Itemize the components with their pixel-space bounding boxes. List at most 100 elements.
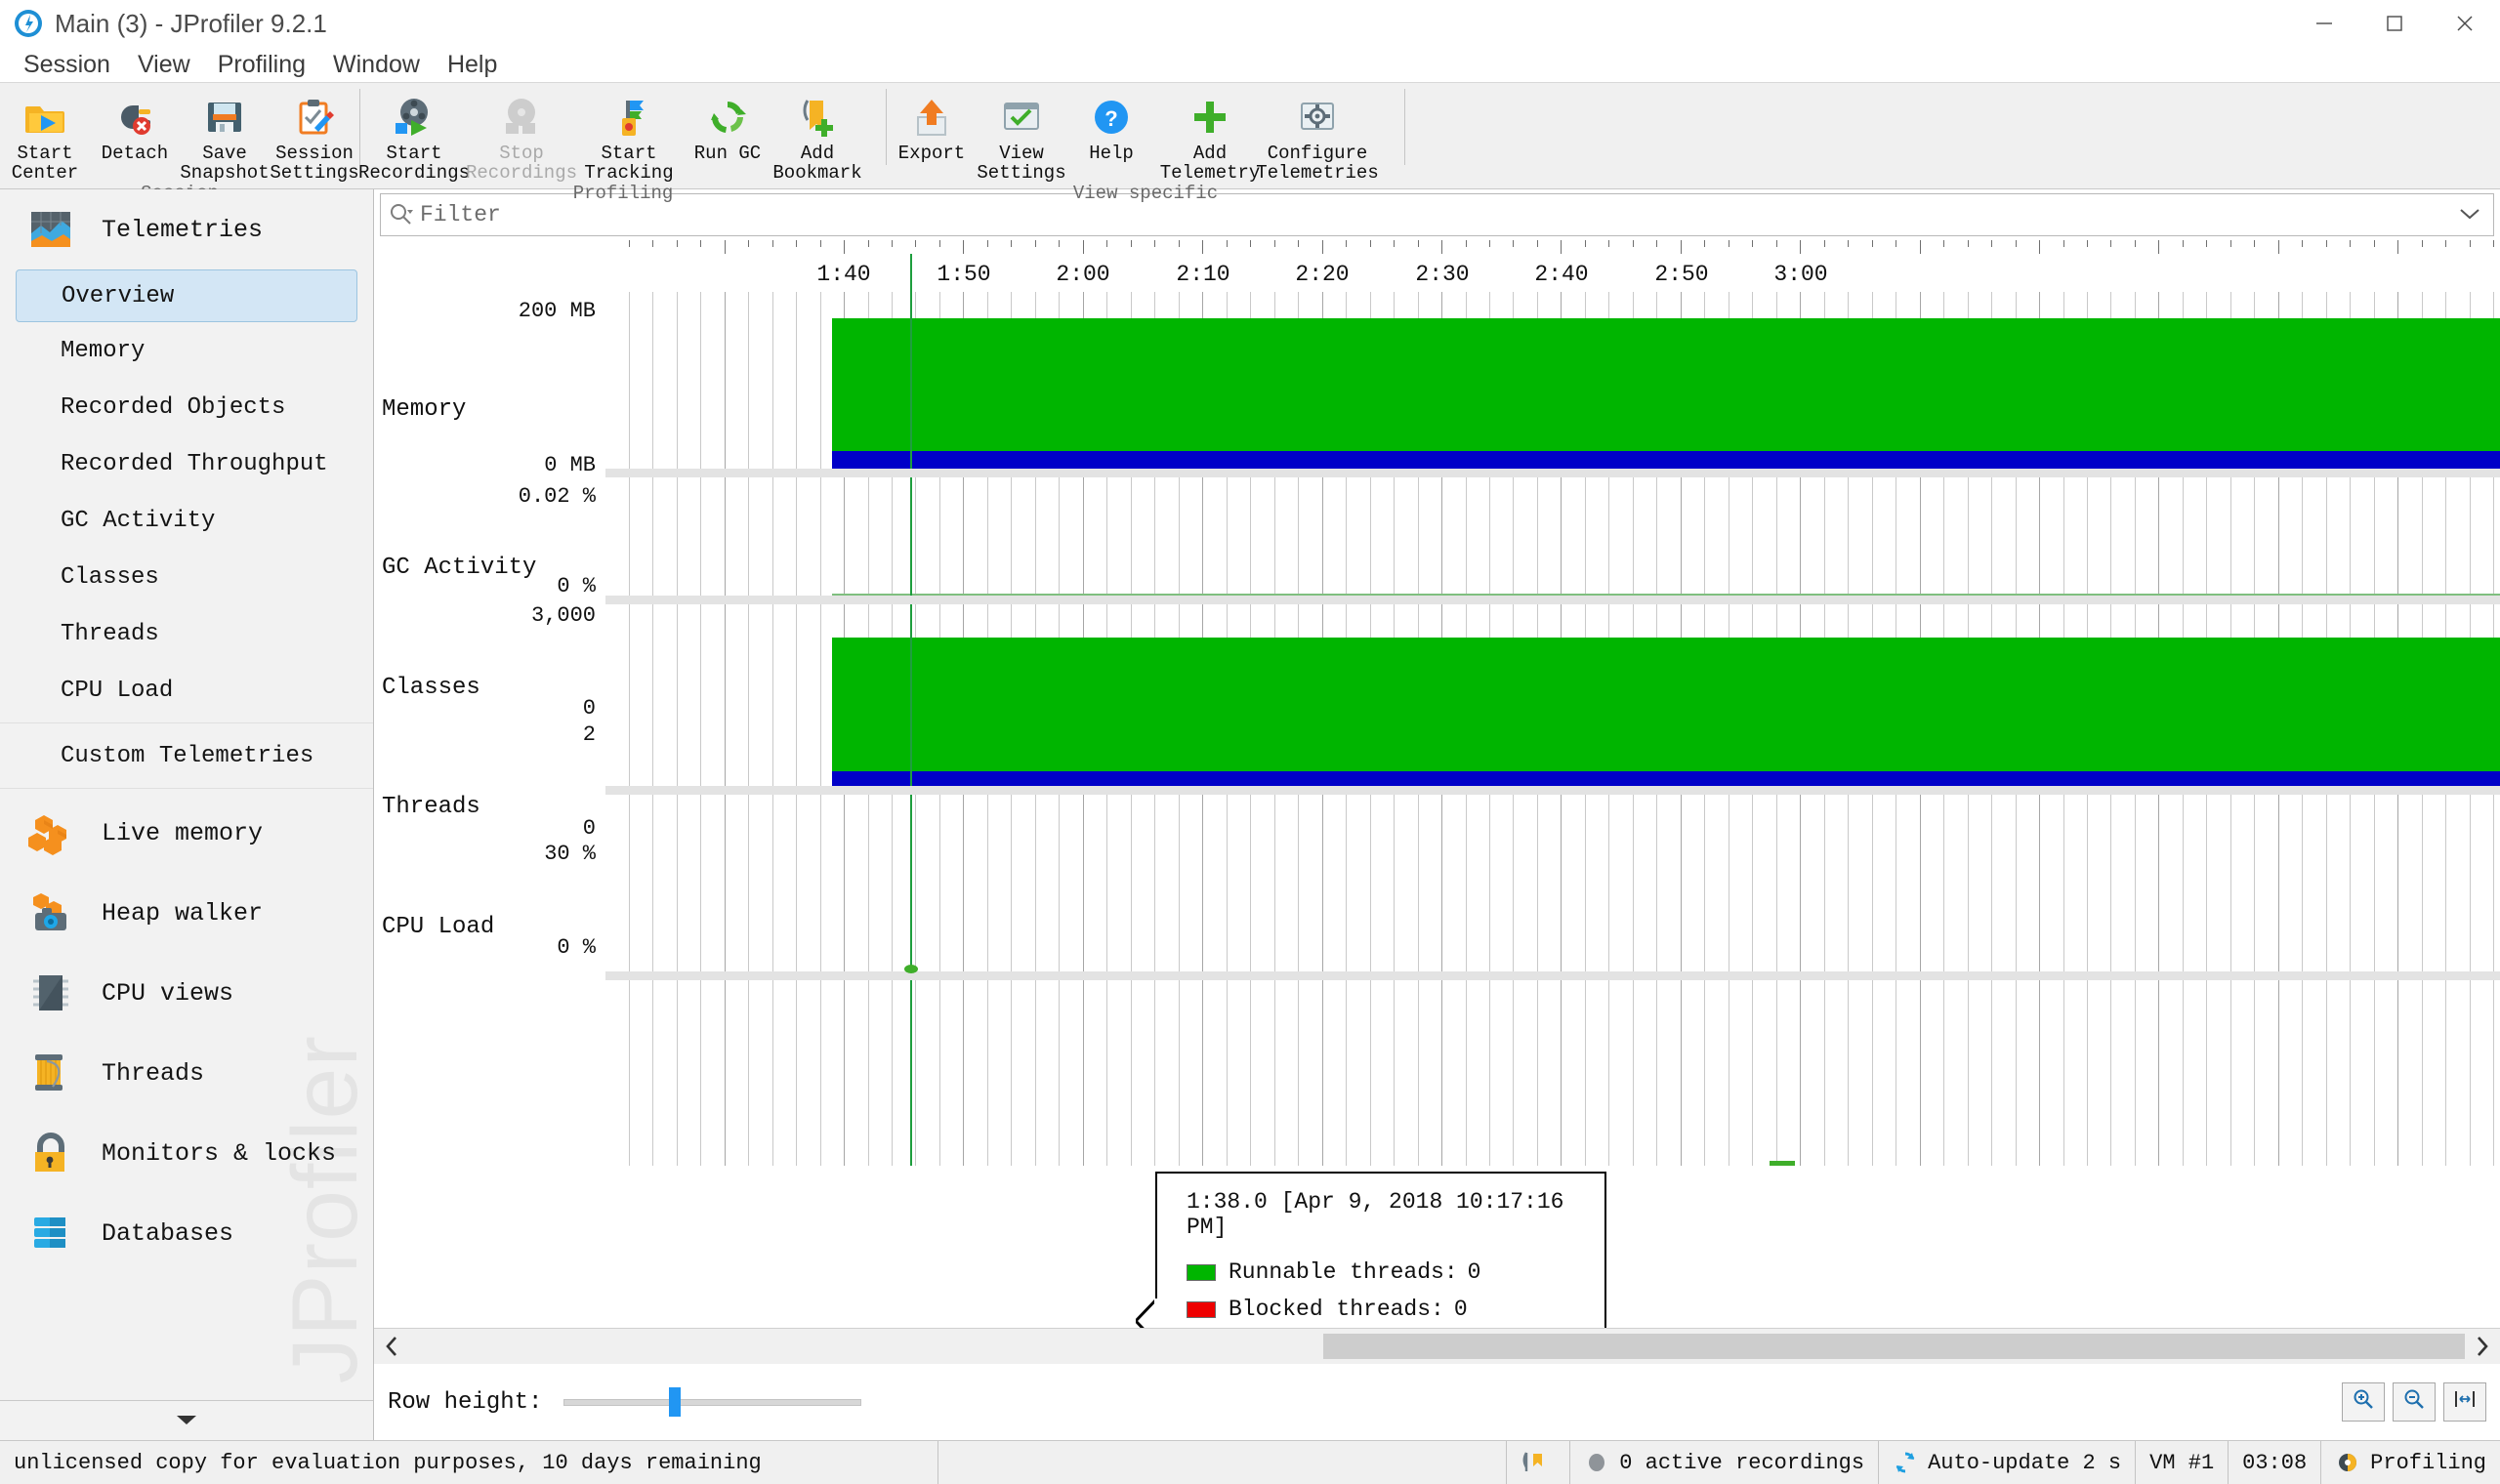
sidebar-scroll-down-button[interactable] — [0, 1400, 373, 1440]
gc-activity-band — [832, 594, 2500, 596]
view-settings-button[interactable]: View Settings — [977, 87, 1066, 183]
sidebar-item-recorded-objects[interactable]: Recorded Objects — [0, 379, 373, 435]
sidebar-item-memory[interactable]: Memory — [0, 322, 373, 379]
menu-profiling[interactable]: Profiling — [204, 49, 319, 81]
close-button[interactable] — [2430, 0, 2500, 47]
sidebar-item-monitors-locks[interactable]: Monitors & locks — [0, 1113, 373, 1193]
row-height-slider[interactable] — [563, 1387, 861, 1417]
plug-detach-icon — [110, 93, 159, 142]
sidebar-item-telemetries[interactable]: Telemetries — [0, 189, 373, 269]
zoom-in-button[interactable] — [2342, 1382, 2385, 1422]
help-button[interactable]: ? Help — [1066, 87, 1156, 163]
menu-help[interactable]: Help — [434, 49, 511, 81]
start-recordings-button[interactable]: Start Recordings — [360, 87, 468, 183]
save-snapshot-label: Save Snapshot — [180, 144, 269, 183]
profiling-text: Profiling — [2370, 1451, 2486, 1475]
configure-telemetries-button[interactable]: Configure Telemetries — [1264, 87, 1371, 183]
bookmark-status[interactable] — [1507, 1441, 1570, 1484]
gc-grid — [605, 477, 2500, 596]
time-tick-3: 2:10 — [1176, 262, 1229, 287]
chevron-down-icon[interactable] — [2460, 204, 2485, 227]
memory-row-label: Memory — [382, 396, 466, 423]
hscroll-thumb[interactable] — [1323, 1334, 2465, 1359]
sidebar-item-gc-activity[interactable]: GC Activity — [0, 492, 373, 549]
window-title: Main (3) - JProfiler 9.2.1 — [55, 9, 327, 39]
time-tick-1: 1:50 — [937, 262, 990, 287]
zoom-out-button[interactable] — [2393, 1382, 2436, 1422]
elapsed-time-text: 03:08 — [2242, 1451, 2307, 1475]
sidebar-item-databases[interactable]: Databases — [0, 1193, 373, 1273]
active-recordings-text: 0 active recordings — [1619, 1451, 1864, 1475]
sidebar-label-overview: Overview — [62, 283, 174, 309]
telemetries-icon — [25, 204, 76, 255]
toolbar-group-session: Start Center Detach — [0, 83, 359, 188]
tooltip-value-blocked: 0 — [1454, 1297, 1468, 1322]
chart-plot-column[interactable]: 1:40 1:50 2:00 2:10 2:20 2:30 2:40 2:50 … — [605, 240, 2500, 1328]
memory-ymax-label: 200 MB — [519, 299, 596, 323]
sidebar-item-recorded-throughput[interactable]: Recorded Throughput — [0, 435, 373, 492]
start-tracking-button[interactable]: Start Tracking — [575, 87, 683, 183]
recording-dot-icon — [1584, 1450, 1609, 1475]
time-tick-8: 3:00 — [1773, 262, 1827, 287]
threads-datapoint — [904, 965, 918, 973]
sidebar-item-cpu-load[interactable]: CPU Load — [0, 662, 373, 719]
start-center-button[interactable]: Start Center — [0, 87, 90, 183]
slider-knob[interactable] — [669, 1387, 681, 1417]
chart-row-gc-activity[interactable] — [605, 477, 2500, 604]
sidebar-item-live-memory[interactable]: Live memory — [0, 793, 373, 873]
chart-hscrollbar[interactable] — [374, 1328, 2500, 1364]
chart-row-threads[interactable] — [605, 795, 2500, 980]
chevron-left-icon[interactable] — [374, 1329, 409, 1364]
jprofiler-logo-icon — [14, 9, 43, 38]
save-snapshot-button[interactable]: Save Snapshot — [180, 87, 270, 183]
run-gc-button[interactable]: Run GC — [683, 87, 772, 163]
sidebar-label-recorded-throughput: Recorded Throughput — [61, 451, 328, 477]
tooltip-row-blocked: Blocked threads: 0 — [1187, 1291, 1583, 1328]
menu-session[interactable]: Session — [10, 49, 124, 81]
hscroll-track[interactable] — [409, 1329, 2465, 1364]
auto-update-status[interactable]: Auto-update 2 s — [1879, 1441, 2136, 1484]
sidebar-item-threads[interactable]: Threads — [0, 1033, 373, 1113]
chart-row-memory[interactable] — [605, 292, 2500, 477]
chart-row-classes[interactable] — [605, 604, 2500, 795]
time-tick-4: 2:20 — [1295, 262, 1349, 287]
tooltip-label-blocked: Blocked threads: — [1229, 1297, 1444, 1322]
active-recordings-status[interactable]: 0 active recordings — [1570, 1441, 1879, 1484]
add-telemetry-label: Add Telemetry — [1160, 144, 1261, 183]
sidebar-divider-2 — [0, 788, 373, 789]
legend-swatch-blocked — [1187, 1301, 1216, 1318]
svg-text:?: ? — [1104, 106, 1117, 131]
menu-view[interactable]: View — [124, 49, 204, 81]
sidebar-label-cpu-views: CPU views — [102, 979, 233, 1008]
detach-button[interactable]: Detach — [90, 87, 180, 163]
main-panel: Filter 200 MB Memory 0 MB 0. — [374, 189, 2500, 1440]
chart-row-cpu-load[interactable] — [605, 980, 2500, 1166]
sidebar-item-overview[interactable]: Overview — [16, 269, 357, 322]
sidebar-item-classes[interactable]: Classes — [0, 549, 373, 605]
threads-row-label: Threads — [382, 794, 480, 820]
sidebar-item-cpu-views[interactable]: CPU views — [0, 953, 373, 1033]
telemetry-overview-chart: 200 MB Memory 0 MB 0.02 % GC Activity 0 … — [374, 240, 2500, 1440]
export-button[interactable]: Export — [887, 87, 977, 163]
bookmark-flag-icon — [1521, 1450, 1546, 1475]
maximize-button[interactable] — [2359, 0, 2430, 47]
add-bookmark-button[interactable]: Add Bookmark — [772, 87, 862, 183]
add-bookmark-label: Add Bookmark — [772, 144, 861, 183]
add-telemetry-button[interactable]: Add Telemetry — [1156, 87, 1264, 183]
chevron-right-icon[interactable] — [2465, 1329, 2500, 1364]
sidebar-item-threads-telemetry[interactable]: Threads — [0, 605, 373, 662]
chart-area[interactable]: 200 MB Memory 0 MB 0.02 % GC Activity 0 … — [374, 240, 2500, 1328]
sidebar-item-heap-walker[interactable]: Heap walker — [0, 873, 373, 953]
status-bar: unlicensed copy for evaluation purposes,… — [0, 1440, 2500, 1484]
tracking-start-icon — [604, 93, 653, 142]
session-settings-label: Session Settings — [270, 144, 358, 183]
chart-tooltip: 1:38.0 [Apr 9, 2018 10:17:16 PM] Runnabl… — [1155, 1172, 1606, 1328]
sidebar-item-custom-telemetries[interactable]: Custom Telemetries — [0, 727, 373, 784]
fit-width-button[interactable] — [2443, 1382, 2486, 1422]
menu-window[interactable]: Window — [319, 49, 434, 81]
session-settings-button[interactable]: Session Settings — [270, 87, 359, 183]
sidebar-scroll[interactable]: Telemetries Overview Memory Recorded Obj… — [0, 189, 373, 1400]
start-tracking-label: Start Tracking — [584, 144, 673, 183]
minimize-button[interactable] — [2289, 0, 2359, 47]
elapsed-time-status: 03:08 — [2229, 1441, 2321, 1484]
